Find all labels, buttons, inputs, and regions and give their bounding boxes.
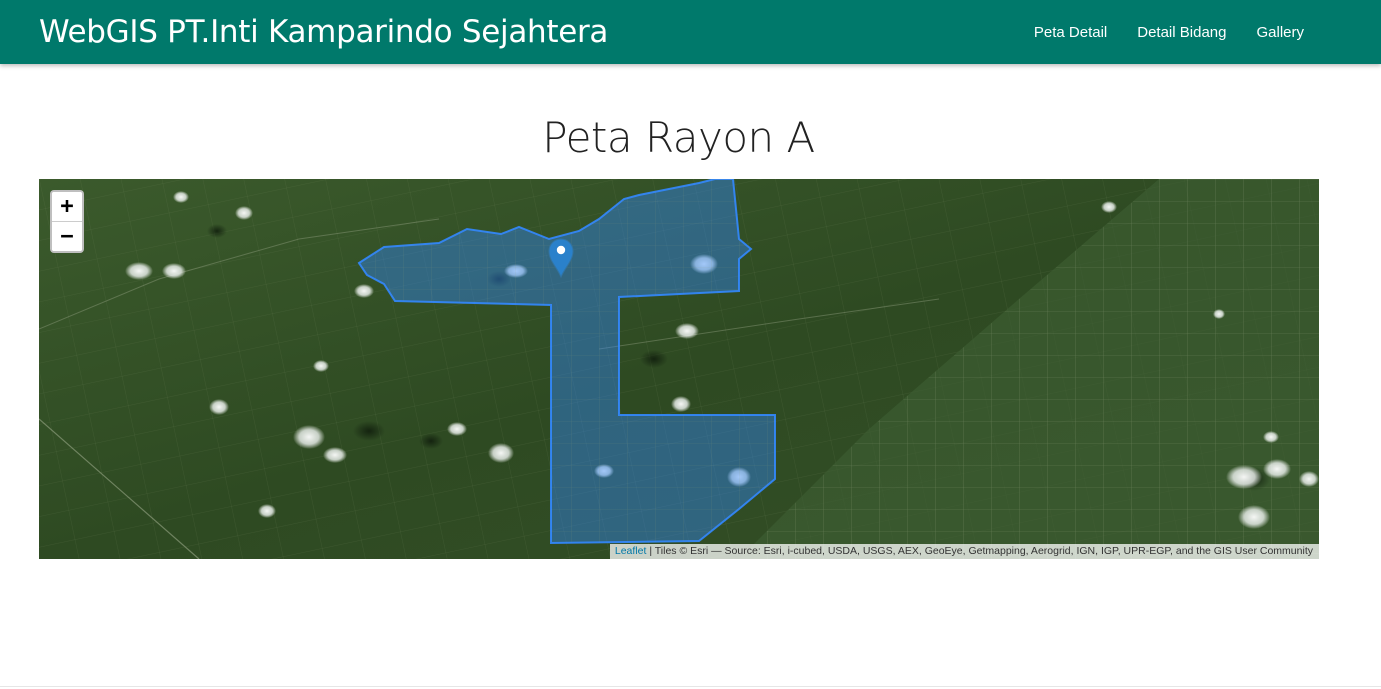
attribution-separator: | [646,545,655,557]
map-container[interactable]: + − Leaflet | Tiles © Esri — Source: Esr… [39,179,1319,559]
zoom-in-button[interactable]: + [52,192,82,222]
nav-links: Peta Detail Detail Bidang Gallery [1004,0,1304,64]
leaflet-link[interactable]: Leaflet [615,545,647,557]
navbar: WebGIS PT.Inti Kamparindo Sejahtera Peta… [0,0,1381,64]
nav-link-detail-bidang[interactable]: Detail Bidang [1137,24,1226,41]
map-attribution: Leaflet | Tiles © Esri — Source: Esri, i… [609,544,1319,559]
page-title: Peta Rayon A [542,113,815,162]
zoom-out-button[interactable]: − [52,222,82,251]
brand-title[interactable]: WebGIS PT.Inti Kamparindo Sejahtera [39,14,608,50]
satellite-basemap[interactable] [39,179,1319,559]
footer-divider [0,686,1381,687]
nav-link-gallery[interactable]: Gallery [1256,24,1304,41]
zoom-control: + − [50,190,84,253]
nav-link-peta-detail[interactable]: Peta Detail [1034,24,1107,41]
attribution-text: Tiles © Esri — Source: Esri, i-cubed, US… [654,545,1313,557]
